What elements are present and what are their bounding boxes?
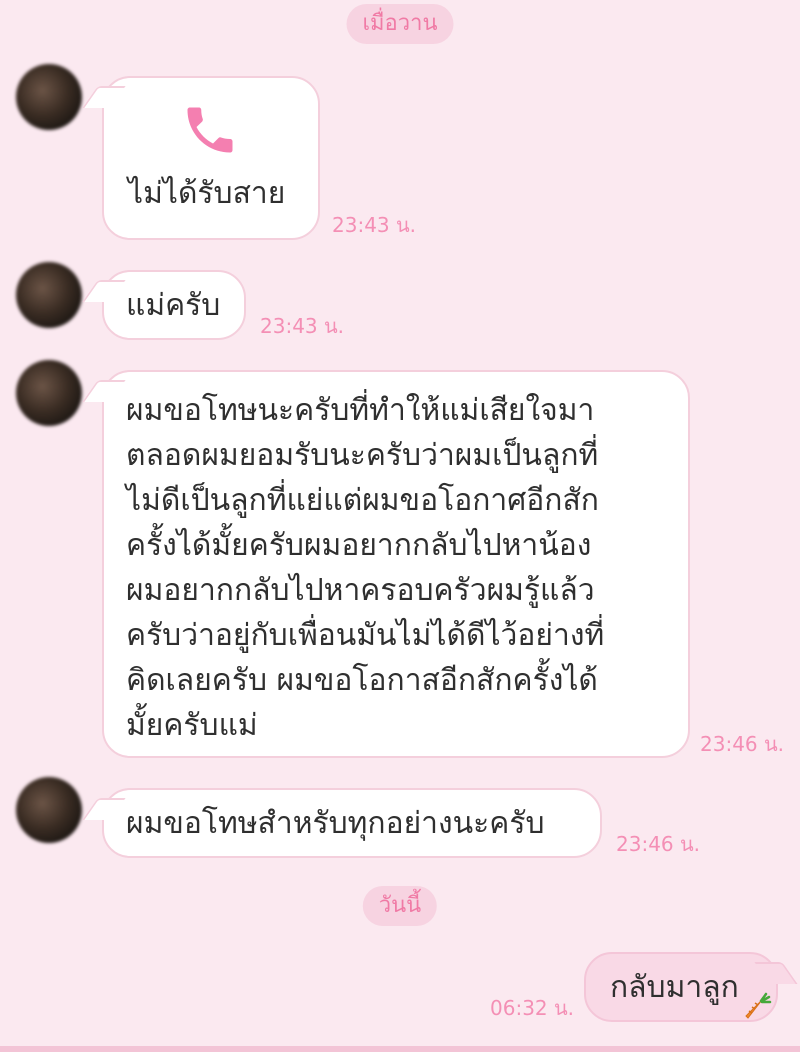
message-time: 23:46 น. (700, 732, 785, 756)
message-time: 23:46 น. (616, 832, 701, 856)
message-line: ผมอยากกลับไปหาครอบครัวผมรู้แล้ว (126, 573, 595, 608)
message-line: ครั้งได้มั้ยครับผมอยากกลับไปหาน้อง (126, 528, 592, 563)
missed-call-label: ไม่ได้รับสาย (128, 176, 286, 211)
message-bubble[interactable]: ผมขอโทษสำหรับทุกอย่างนะครับ (102, 788, 602, 858)
message-time: 23:43 น. (332, 213, 417, 237)
message-bubble[interactable]: แม่ครับ (102, 270, 246, 340)
avatar[interactable] (16, 777, 82, 843)
missed-call-bubble[interactable]: ไม่ได้รับสาย (102, 76, 320, 240)
phone-icon (180, 100, 240, 160)
bottom-border (0, 1046, 800, 1052)
message-line: มั้ยครับแม่ (126, 708, 258, 743)
carrot-icon (742, 992, 772, 1022)
message-time-outgoing: 06:32 น. (490, 996, 575, 1020)
message-line: ครับว่าอยู่กับเพื่อนมันไม่ได้ดีไว้อย่างท… (126, 618, 605, 653)
message-text: กลับมาลูก (610, 970, 739, 1005)
outgoing-message-bubble[interactable]: กลับมาลูก (584, 952, 778, 1022)
date-divider-yesterday: เมื่อวาน (346, 4, 454, 44)
message-time: 23:43 น. (260, 314, 345, 338)
avatar[interactable] (16, 262, 82, 328)
message-line: ตลอดผมยอมรับนะครับว่าผมเป็นลูกที่ (126, 438, 599, 473)
message-text: ผมขอโทษสำหรับทุกอย่างนะครับ (126, 806, 545, 841)
message-bubble[interactable]: ผมขอโทษนะครับที่ทำให้แม่เสียใจมา ตลอดผมย… (102, 370, 690, 758)
avatar[interactable] (16, 360, 82, 426)
message-line: ไม่ดีเป็นลูกที่แย่แต่ผมขอโอกาศอีกสัก (126, 483, 599, 518)
message-line: ผมขอโทษนะครับที่ทำให้แม่เสียใจมา (126, 393, 595, 428)
message-line: คิดเลยครับ ผมขอโอกาสอีกสักครั้งได้ (126, 663, 598, 698)
date-divider-today: วันนี้ (362, 886, 438, 926)
message-text: แม่ครับ (126, 288, 221, 323)
avatar[interactable] (16, 64, 82, 130)
